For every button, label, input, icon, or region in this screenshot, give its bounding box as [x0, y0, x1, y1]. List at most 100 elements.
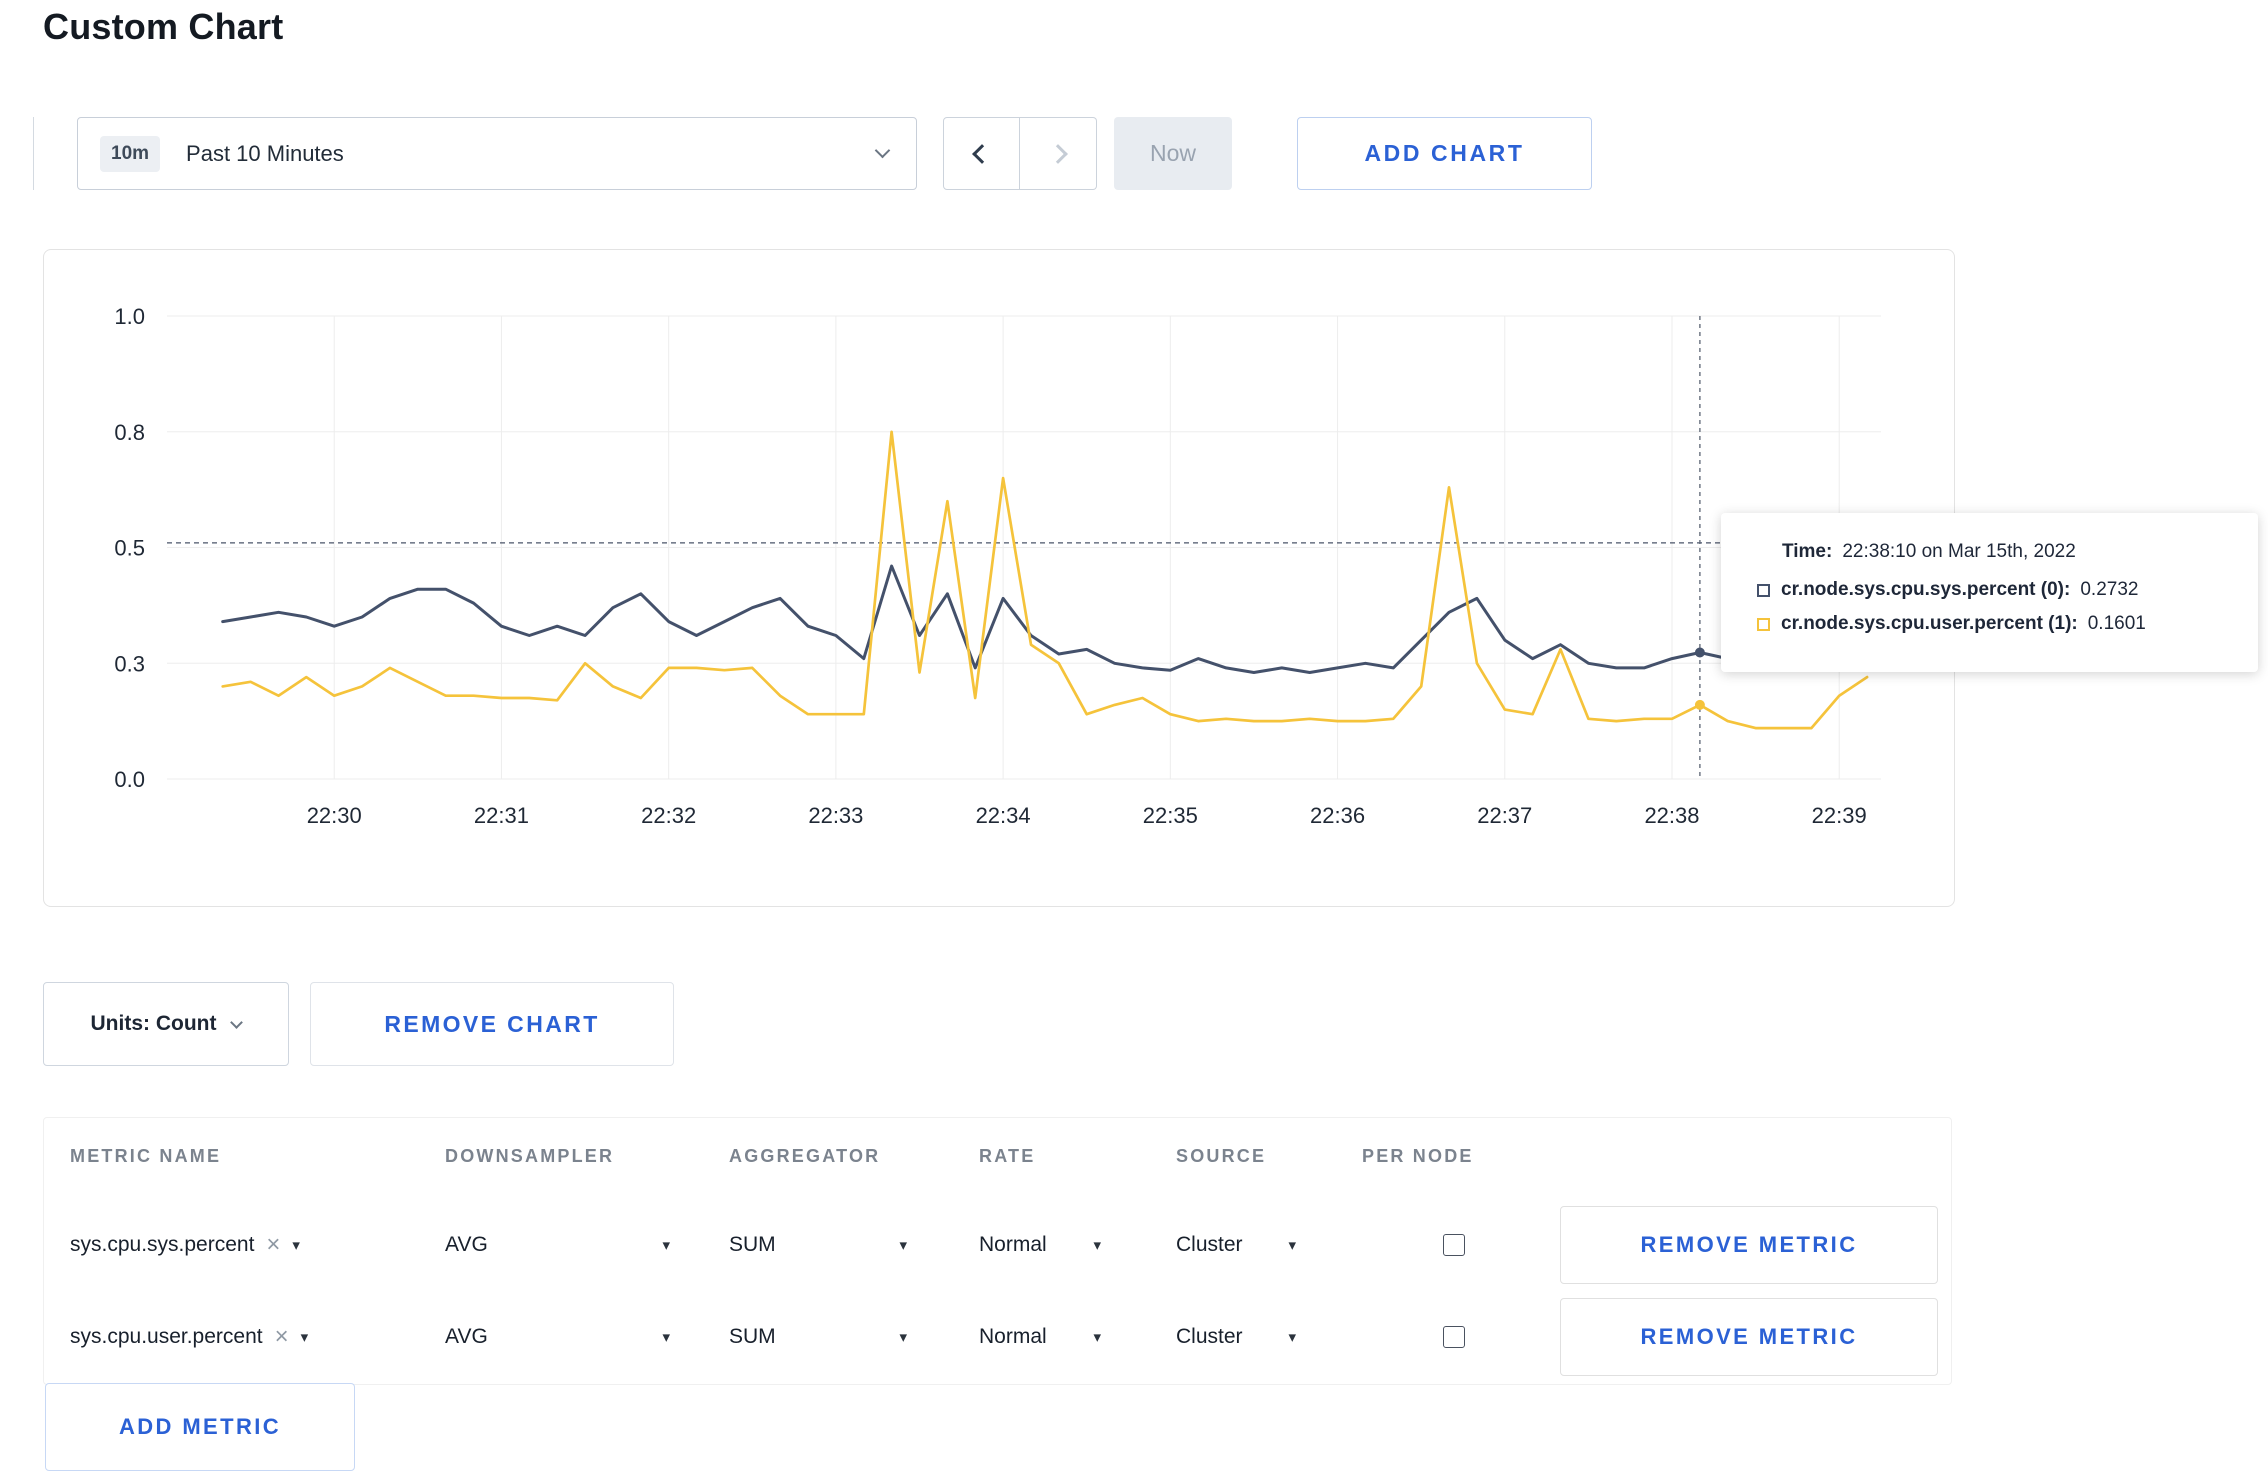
tooltip-time-label: Time:	[1782, 541, 1833, 562]
rate-select[interactable]: Normal ▾	[979, 1199, 1101, 1291]
rate-select[interactable]: Normal ▾	[979, 1291, 1101, 1383]
crosshair-dot	[1694, 699, 1705, 710]
downsampler-select[interactable]: AVG ▾	[445, 1199, 670, 1291]
x-tick-label: 22:34	[976, 803, 1031, 828]
chevron-right-icon	[1048, 143, 1068, 164]
time-range-label: Past 10 Minutes	[186, 140, 344, 166]
aggregator-select[interactable]: SUM ▾	[729, 1199, 907, 1291]
chart-tooltip: Time: 22:38:10 on Mar 15th, 2022 cr.node.…	[1721, 513, 2258, 672]
add-metric-button[interactable]: ADD METRIC	[45, 1383, 355, 1471]
series-line-1	[221, 430, 1869, 730]
metrics-table: METRIC NAME DOWNSAMPLER AGGREGATOR RATE …	[43, 1117, 1952, 1385]
tooltip-series-label: cr.node.sys.cpu.sys.percent (0):	[1781, 579, 2071, 600]
x-tick-label: 22:39	[1812, 803, 1867, 828]
caret-down-icon: ▾	[1288, 1236, 1296, 1254]
y-tick-label: 0.8	[114, 420, 145, 445]
chevron-down-icon	[230, 1015, 244, 1029]
downsampler-value: AVG	[445, 1325, 488, 1348]
tooltip-row: cr.node.sys.cpu.user.percent (1): 0.1601	[1757, 613, 2234, 635]
crosshair-dot	[1694, 647, 1705, 658]
metric-name-select[interactable]: sys.cpu.user.percent × ▾	[70, 1291, 308, 1383]
rate-value: Normal	[979, 1325, 1047, 1348]
caret-down-icon: ▾	[899, 1236, 907, 1254]
y-tick-label: 1.0	[114, 304, 145, 329]
caret-down-icon: ▾	[662, 1328, 670, 1346]
next-time-button[interactable]	[1020, 117, 1097, 190]
col-header-rate: RATE	[979, 1146, 1036, 1166]
time-range-badge: 10m	[100, 135, 161, 172]
caret-down-icon: ▾	[1288, 1328, 1296, 1346]
col-header-source: SOURCE	[1176, 1146, 1267, 1166]
metric-name-value: sys.cpu.user.percent	[70, 1325, 263, 1348]
caret-down-icon: ▾	[300, 1328, 309, 1346]
y-tick-label: 0.3	[114, 651, 145, 676]
remove-metric-button[interactable]: REMOVE METRIC	[1560, 1298, 1938, 1376]
col-header-aggregator: AGGREGATOR	[729, 1146, 881, 1166]
metric-name-select[interactable]: sys.cpu.sys.percent × ▾	[70, 1199, 300, 1291]
source-select[interactable]: Cluster ▾	[1176, 1291, 1296, 1383]
table-row: sys.cpu.sys.percent × ▾ AVG ▾ SUM ▾ Norm…	[44, 1199, 1951, 1291]
aggregator-value: SUM	[729, 1233, 776, 1256]
units-select[interactable]: Units: Count	[43, 982, 289, 1066]
rate-value: Normal	[979, 1233, 1047, 1256]
x-tick-label: 22:33	[808, 803, 863, 828]
add-chart-button[interactable]: ADD CHART	[1297, 117, 1592, 190]
per-node-cell	[1424, 1199, 1484, 1291]
now-button[interactable]: Now	[1114, 117, 1232, 190]
x-tick-label: 22:37	[1477, 803, 1532, 828]
source-value: Cluster	[1176, 1233, 1243, 1256]
per-node-checkbox[interactable]	[1443, 1234, 1465, 1256]
page-title: Custom Chart	[43, 6, 284, 47]
x-tick-label: 22:36	[1310, 803, 1365, 828]
tooltip-series-label: cr.node.sys.cpu.user.percent (1):	[1781, 613, 2078, 634]
cpu-line-chart[interactable]: 0.0 0.3 0.5 0.8 1.0 22:30 22:31 22:32 22:33 22:34…	[44, 250, 1954, 906]
toolbar: 10m Past 10 Minutes Now ADD CHART	[0, 117, 2268, 190]
x-tick-label: 22:35	[1143, 803, 1198, 828]
metric-name-value: sys.cpu.sys.percent	[70, 1233, 255, 1256]
custom-chart-page: Custom Chart 10m Past 10 Minutes Now ADD…	[0, 0, 2268, 1478]
source-value: Cluster	[1176, 1325, 1243, 1348]
remove-tag-icon[interactable]: ×	[275, 1325, 289, 1349]
remove-tag-icon[interactable]: ×	[266, 1233, 280, 1257]
series-swatch-sys-icon	[1757, 583, 1770, 597]
col-header-metric-name: METRIC NAME	[70, 1146, 222, 1166]
col-header-downsampler: DOWNSAMPLER	[445, 1146, 615, 1166]
toolbar-divider	[33, 117, 34, 190]
units-label: Units: Count	[90, 1012, 217, 1035]
y-tick-label: 0.0	[114, 767, 145, 792]
remove-chart-button[interactable]: REMOVE CHART	[310, 982, 674, 1066]
caret-down-icon: ▾	[1093, 1328, 1101, 1346]
x-tick-label: 22:32	[641, 803, 696, 828]
time-range-select[interactable]: 10m Past 10 Minutes	[77, 117, 917, 190]
col-header-per-node: PER NODE	[1362, 1146, 1474, 1166]
tooltip-time-value: 22:38:10 on Mar 15th, 2022	[1842, 541, 2076, 562]
x-tick-label: 22:31	[474, 803, 529, 828]
y-tick-label: 0.5	[114, 536, 145, 561]
tooltip-series-value: 0.2732	[2080, 579, 2139, 600]
chevron-left-icon	[971, 143, 992, 164]
caret-down-icon: ▾	[662, 1236, 670, 1254]
remove-metric-button[interactable]: REMOVE METRIC	[1560, 1206, 1938, 1284]
downsampler-select[interactable]: AVG ▾	[445, 1291, 670, 1383]
aggregator-select[interactable]: SUM ▾	[729, 1291, 907, 1383]
caret-down-icon: ▾	[899, 1328, 907, 1346]
series-swatch-user-icon	[1757, 617, 1770, 631]
caret-down-icon: ▾	[292, 1236, 300, 1254]
chart-card: 0.0 0.3 0.5 0.8 1.0 22:30 22:31 22:32 22:33 22:34…	[43, 249, 1955, 907]
x-tick-label: 22:30	[307, 803, 362, 828]
aggregator-value: SUM	[729, 1325, 776, 1348]
x-tick-label: 22:38	[1644, 803, 1699, 828]
series-line-0	[221, 564, 1869, 674]
time-nav-buttons	[943, 117, 1097, 190]
source-select[interactable]: Cluster ▾	[1176, 1199, 1296, 1291]
prev-time-button[interactable]	[943, 117, 1020, 190]
tooltip-time: Time: 22:38:10 on Mar 15th, 2022	[1782, 541, 2234, 563]
downsampler-value: AVG	[445, 1233, 488, 1256]
chevron-down-icon	[874, 142, 891, 159]
per-node-cell	[1424, 1291, 1484, 1383]
per-node-checkbox[interactable]	[1443, 1326, 1465, 1348]
tooltip-series-value: 0.1601	[2087, 613, 2146, 634]
metrics-table-header: METRIC NAME DOWNSAMPLER AGGREGATOR RATE …	[44, 1146, 1951, 1172]
caret-down-icon: ▾	[1093, 1236, 1101, 1254]
tooltip-row: cr.node.sys.cpu.sys.percent (0): 0.2732	[1757, 579, 2234, 601]
